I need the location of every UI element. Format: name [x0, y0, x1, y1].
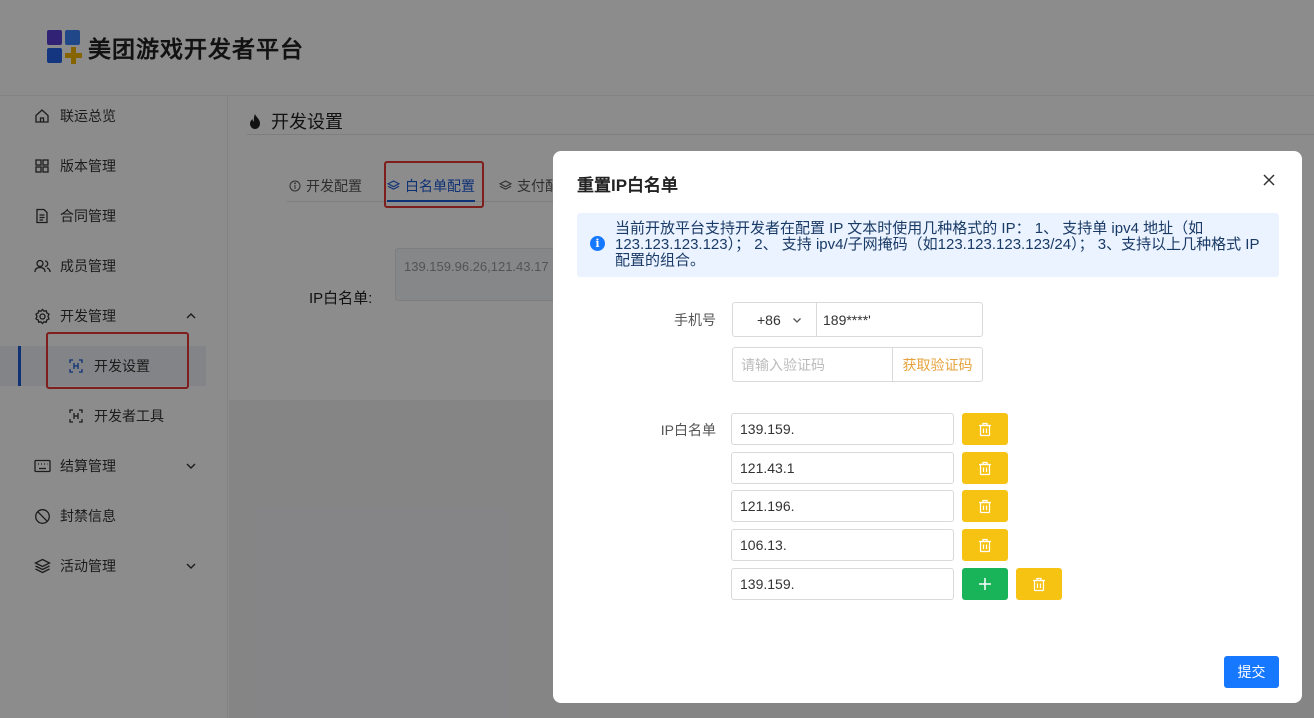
delete-ip-button[interactable] — [962, 413, 1008, 445]
ip-input[interactable]: 139.159. — [731, 413, 954, 445]
info-text: 当前开放平台支持开发者在配置 IP 文本时使用几种格式的 IP： 1、 支持单 … — [615, 220, 1260, 269]
delete-ip-button[interactable] — [962, 529, 1008, 561]
trash-icon — [979, 499, 991, 513]
country-code-select[interactable]: +86 — [732, 302, 817, 337]
phone-label: 手机号 — [674, 312, 716, 328]
trash-icon — [979, 538, 991, 552]
ip-input[interactable]: 139.159. — [731, 568, 954, 600]
trash-icon — [979, 422, 991, 436]
dialog-title: 重置IP白名单 — [577, 176, 679, 195]
ip-input[interactable]: 106.13. — [731, 529, 954, 561]
delete-ip-button[interactable] — [1016, 568, 1062, 600]
reset-ip-whitelist-dialog: 重置IP白名单 i 当前开放平台支持开发者在配置 IP 文本时使用几种格式的 I… — [553, 151, 1302, 703]
chevron-down-icon — [793, 318, 801, 323]
add-ip-button[interactable] — [962, 568, 1008, 600]
country-code-value: +86 — [757, 311, 781, 328]
plus-icon — [979, 578, 991, 590]
submit-button[interactable]: 提交 — [1224, 656, 1279, 688]
ip-input[interactable]: 121.196. — [731, 490, 954, 522]
verification-code-input[interactable]: 请输入验证码 — [732, 347, 893, 382]
ip-whitelist-field-label: IP白名单 — [660, 422, 716, 438]
info-icon: i — [590, 236, 605, 251]
trash-icon — [979, 461, 991, 475]
close-icon[interactable] — [1260, 171, 1278, 189]
trash-icon — [1033, 577, 1045, 591]
phone-input[interactable]: 189****' — [816, 302, 983, 337]
delete-ip-button[interactable] — [962, 452, 1008, 484]
ip-input[interactable]: 121.43.1 — [731, 452, 954, 484]
delete-ip-button[interactable] — [962, 490, 1008, 522]
get-code-button[interactable]: 获取验证码 — [892, 347, 983, 382]
info-alert: i 当前开放平台支持开发者在配置 IP 文本时使用几种格式的 IP： 1、 支持… — [577, 213, 1279, 277]
